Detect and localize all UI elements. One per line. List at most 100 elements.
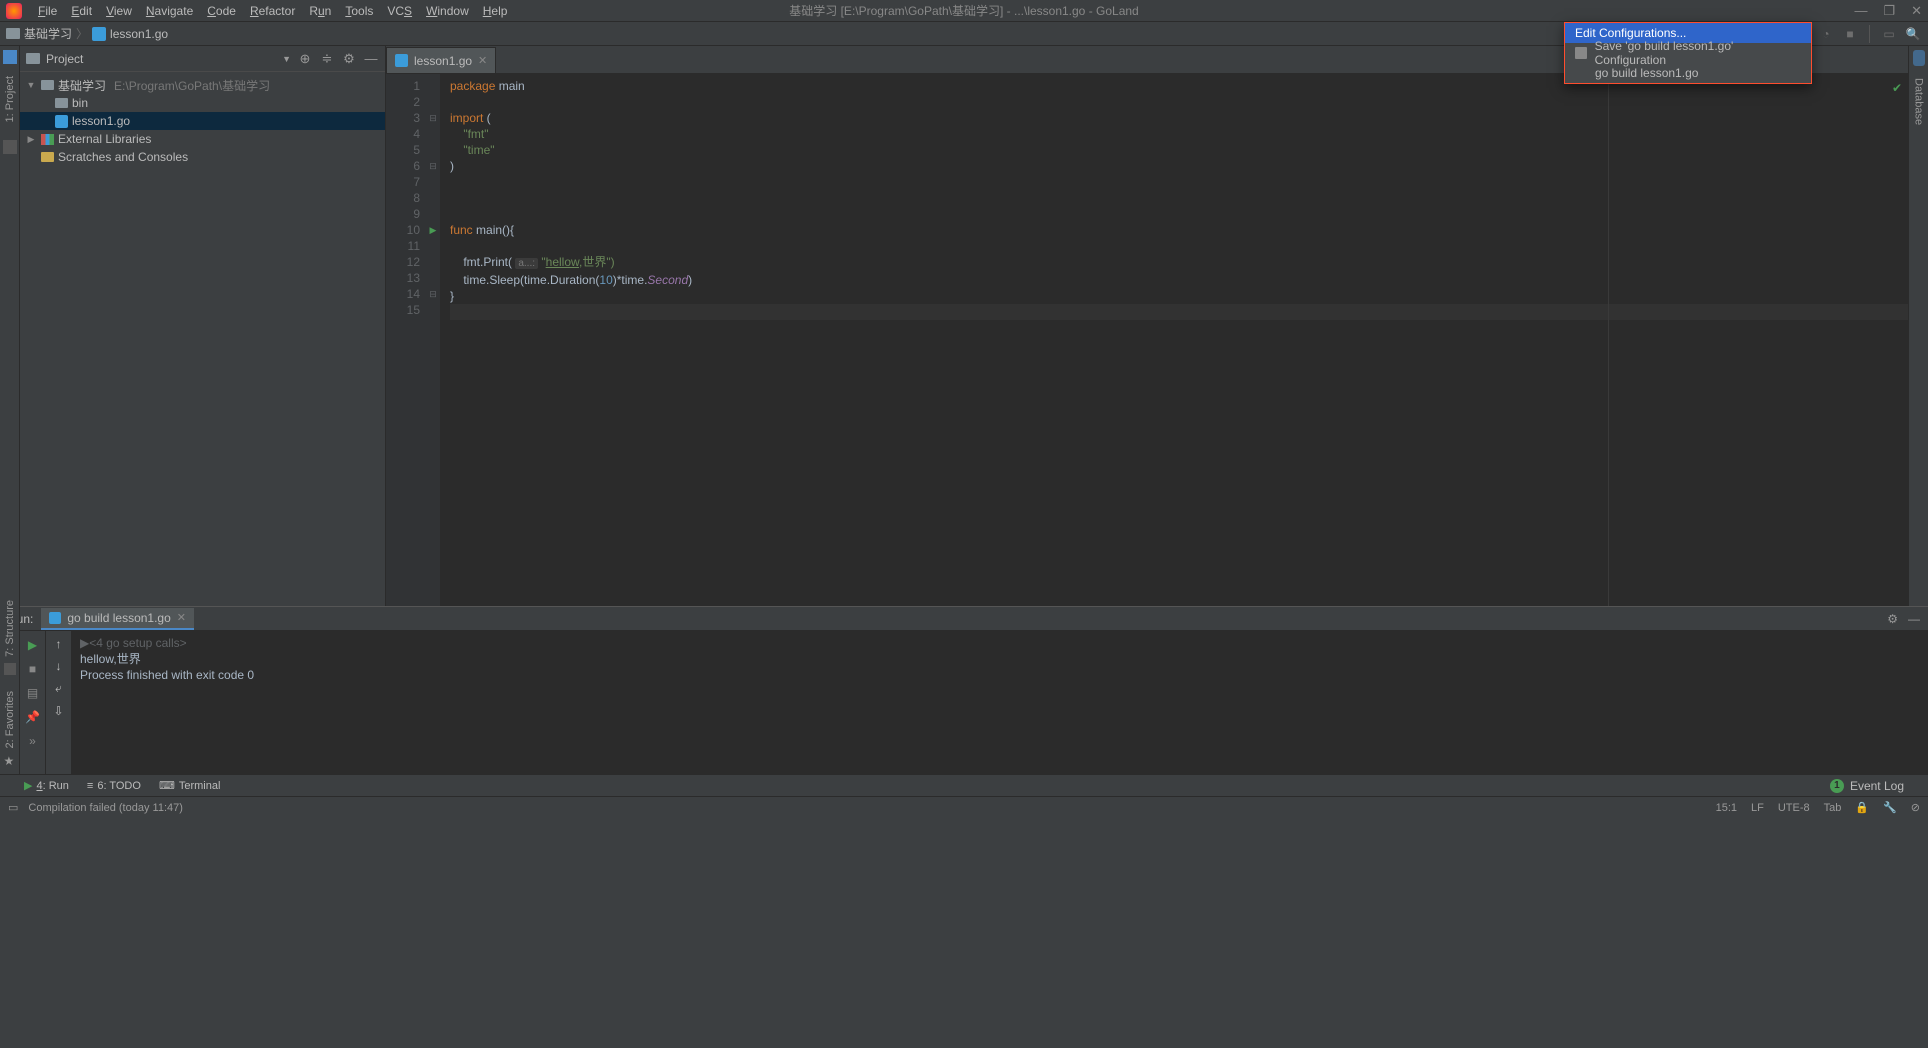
- menu-window[interactable]: Window: [420, 2, 475, 20]
- left-tool-stripe-lower: 7: Structure 2: Favorites ★: [0, 596, 20, 768]
- project-tool-title: Project: [46, 52, 276, 66]
- rerun-button[interactable]: ▶: [25, 637, 41, 653]
- close-tab-icon[interactable]: ✕: [478, 54, 487, 67]
- code-text[interactable]: package main import ( "fmt" "time") func…: [440, 74, 1908, 606]
- save-config-label: Save 'go build lesson1.go' Configuration: [1595, 39, 1801, 67]
- close-button[interactable]: ✕: [1911, 3, 1922, 19]
- settings-icon[interactable]: ⚙: [341, 51, 357, 67]
- folder-icon: [26, 53, 40, 64]
- stop-button[interactable]: ■: [1841, 25, 1859, 43]
- locate-icon[interactable]: ⊕: [297, 51, 313, 67]
- tree-extlib-label: External Libraries: [58, 132, 151, 146]
- export-button[interactable]: ⇩: [53, 704, 63, 718]
- collapse-icon[interactable]: ≑: [319, 51, 335, 67]
- tree-row-scratches[interactable]: Scratches and Consoles: [20, 148, 385, 166]
- menu-run[interactable]: Run: [303, 2, 337, 20]
- line-ending[interactable]: LF: [1751, 802, 1764, 814]
- minimize-icon[interactable]: —: [363, 51, 379, 67]
- project-tool-window: Project ▼ ⊕ ≑ ⚙ — ▼ 基础学习 E:\Program\GoPa…: [20, 46, 386, 606]
- save-configuration-item[interactable]: Save 'go build lesson1.go' Configuration: [1565, 43, 1811, 63]
- run-tool-tab[interactable]: ▶ 4: Run: [24, 779, 69, 792]
- output-line: Process finished with exit code 0: [80, 667, 1920, 683]
- menu-navigate[interactable]: Navigate: [140, 2, 199, 20]
- tree-row-ext-libs[interactable]: ▶ External Libraries: [20, 130, 385, 148]
- profile-button[interactable]: ◔: [1817, 25, 1835, 43]
- expand-icon[interactable]: ▶: [26, 134, 36, 145]
- menu-help[interactable]: Help: [477, 2, 514, 20]
- layout-button[interactable]: ▭: [1880, 25, 1898, 43]
- expand-icon[interactable]: ▼: [26, 80, 36, 90]
- menu-tools[interactable]: Tools: [339, 2, 379, 20]
- code-editor[interactable]: 12345 678910 1112131415 ⊟ ⊟▶ ⊟ package m…: [386, 74, 1908, 606]
- encoding[interactable]: UTE-8: [1778, 802, 1810, 814]
- run-gutter-icon[interactable]: ▶: [426, 222, 440, 238]
- breadcrumb: 基础学习 〉 lesson1.go: [6, 25, 168, 42]
- menu-code[interactable]: Code: [201, 2, 242, 20]
- breadcrumb-separator: 〉: [76, 25, 88, 42]
- breadcrumb-file[interactable]: lesson1.go: [110, 27, 168, 41]
- maximize-button[interactable]: ❐: [1883, 3, 1895, 19]
- tree-row-root[interactable]: ▼ 基础学习 E:\Program\GoPath\基础学习: [20, 76, 385, 94]
- indent[interactable]: Tab: [1824, 802, 1842, 814]
- run-tab[interactable]: go build lesson1.go ✕: [41, 608, 194, 630]
- tree-row-lesson1[interactable]: lesson1.go: [20, 112, 385, 130]
- lock-icon[interactable]: 🔒: [1855, 801, 1869, 814]
- caret-position[interactable]: 15:1: [1716, 802, 1737, 814]
- tree-row-bin[interactable]: bin: [20, 94, 385, 112]
- project-tool-header: Project ▼ ⊕ ≑ ⚙ —: [20, 46, 385, 72]
- search-everywhere-button[interactable]: 🔍: [1904, 25, 1922, 43]
- line-number-gutter: 12345 678910 1112131415: [386, 74, 426, 606]
- folder-icon: [41, 80, 54, 90]
- inspection-ok-icon[interactable]: ✔: [1892, 80, 1902, 96]
- menu-vcs[interactable]: VCS: [381, 2, 418, 20]
- run-minimize-icon[interactable]: —: [1908, 612, 1920, 626]
- minimize-button[interactable]: —: [1854, 3, 1867, 19]
- navigation-bar: 基础学习 〉 lesson1.go go build lesson1.go ▼ …: [0, 22, 1928, 46]
- tree-root-path: E:\Program\GoPath\基础学习: [114, 77, 270, 94]
- terminal-tool-tab[interactable]: ⌨ Terminal: [159, 779, 220, 792]
- close-icon[interactable]: ✕: [177, 611, 186, 624]
- layout-button[interactable]: ▤: [25, 685, 41, 701]
- chevron-down-icon[interactable]: ▼: [282, 54, 291, 64]
- output-line: hellow,世界: [80, 651, 1920, 667]
- scratch-icon: [41, 152, 54, 162]
- editor-area: lesson1.go ✕ 12345 678910 1112131415 ⊟ ⊟…: [386, 46, 1908, 606]
- menu-file[interactable]: File: [32, 2, 63, 20]
- database-icon[interactable]: [1913, 50, 1925, 66]
- wrap-button[interactable]: ⤶: [55, 681, 62, 696]
- structure-tool-tab[interactable]: 7: Structure: [4, 600, 16, 657]
- menu-view[interactable]: View: [100, 2, 138, 20]
- wrench-icon[interactable]: 🔧: [1883, 801, 1897, 814]
- pin-button[interactable]: 📌: [25, 709, 41, 725]
- status-window-icon[interactable]: ▭: [8, 801, 18, 814]
- menu-refactor[interactable]: Refactor: [244, 2, 301, 20]
- memory-icon[interactable]: ⊘: [1911, 801, 1920, 814]
- breadcrumb-project[interactable]: 基础学习: [24, 25, 72, 42]
- status-bar: ▭ Compilation failed (today 11:47) 15:1 …: [0, 796, 1928, 818]
- todo-label: 6: TODO: [97, 780, 141, 792]
- favorites-tool-tab[interactable]: 2: Favorites: [4, 691, 16, 748]
- right-tool-stripe: Database: [1908, 46, 1928, 606]
- go-file-icon: [395, 54, 408, 67]
- menu-edit[interactable]: Edit: [65, 2, 98, 20]
- run-settings-icon[interactable]: ⚙: [1887, 612, 1898, 626]
- folder-icon: [55, 98, 68, 108]
- stop-button[interactable]: ■: [25, 661, 41, 677]
- todo-tool-tab[interactable]: ≡ 6: TODO: [87, 780, 141, 792]
- down-button[interactable]: ↓: [56, 659, 62, 673]
- event-log-tab[interactable]: Event Log: [1850, 779, 1904, 793]
- up-button[interactable]: ↑: [56, 637, 62, 651]
- left-tool-stripe: 1: Project: [0, 46, 20, 606]
- editor-tab-label: lesson1.go: [414, 54, 472, 68]
- editor-tab[interactable]: lesson1.go ✕: [386, 47, 496, 73]
- project-tool-icon[interactable]: [3, 50, 17, 64]
- more-button[interactable]: »: [25, 733, 41, 749]
- go-file-icon: [1575, 67, 1587, 79]
- app-logo-icon: [6, 3, 22, 19]
- project-tool-tab[interactable]: 1: Project: [4, 72, 16, 126]
- bookmark-icon[interactable]: [3, 140, 17, 154]
- database-tool-tab[interactable]: Database: [1913, 74, 1925, 129]
- tree-bin-label: bin: [72, 96, 88, 110]
- run-output[interactable]: ▶<4 go setup calls> hellow,世界 Process fi…: [72, 631, 1928, 774]
- parameter-hint: a...:: [515, 258, 538, 269]
